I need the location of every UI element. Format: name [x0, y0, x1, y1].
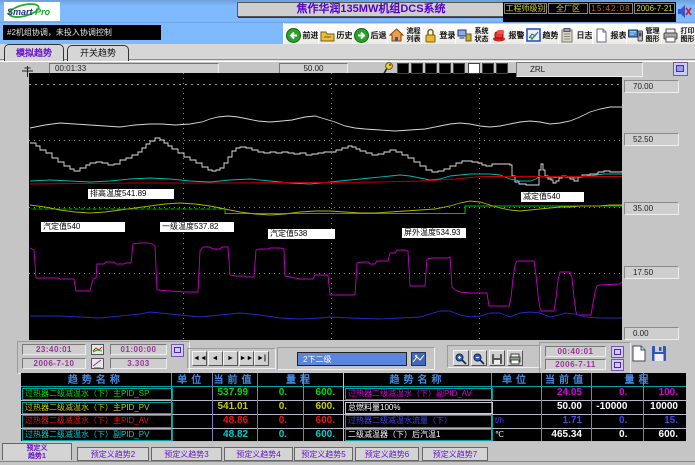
svg-text:Smart Pro: Smart Pro — [7, 7, 51, 17]
